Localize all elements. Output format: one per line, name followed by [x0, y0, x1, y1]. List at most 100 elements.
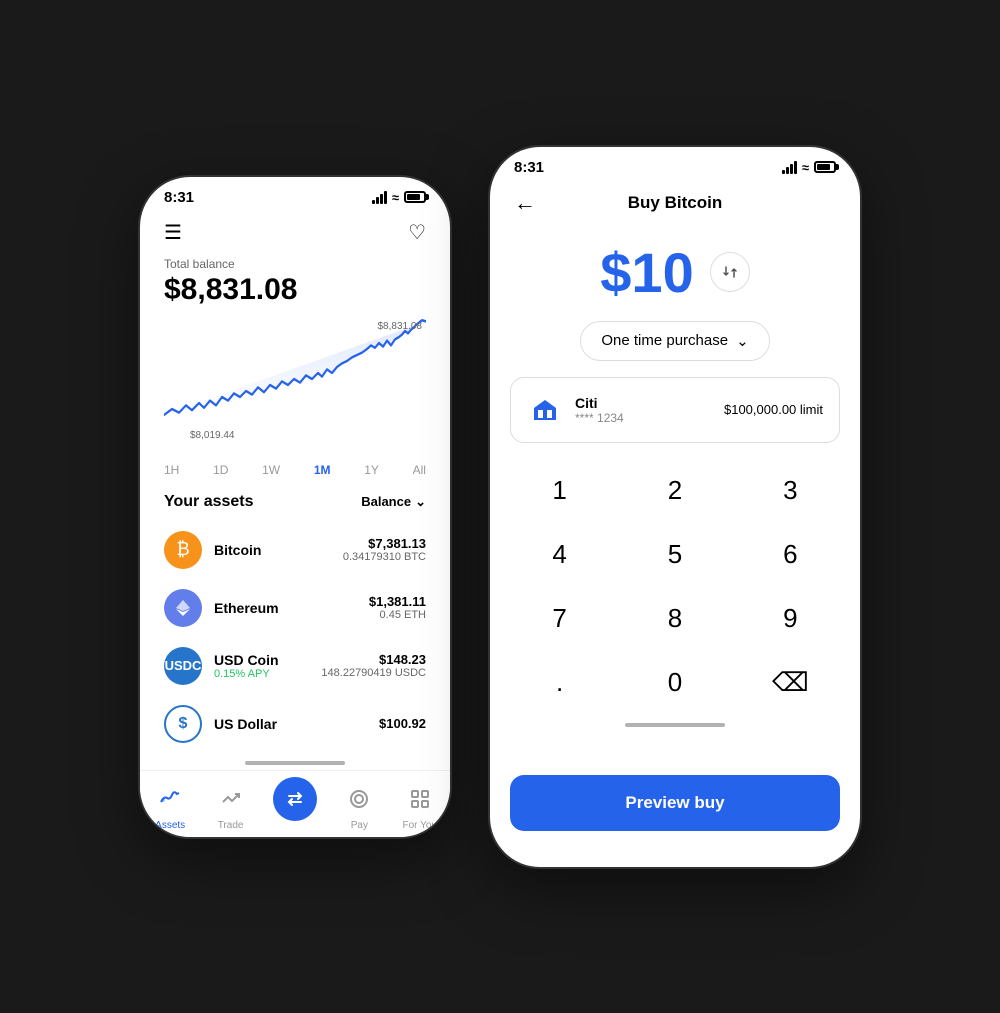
menu-icon[interactable]: ☰	[164, 220, 182, 245]
numpad-key-7[interactable]: 7	[502, 587, 617, 651]
btc-icon: ₿	[164, 531, 202, 569]
nav-label-trade: Trade	[218, 820, 244, 831]
back-button[interactable]: ←	[514, 190, 536, 216]
filter-1d[interactable]: 1D	[213, 463, 228, 477]
nav-label-pay: Pay	[351, 820, 368, 831]
bell-icon[interactable]: ♡	[408, 220, 426, 245]
status-bar-right: 8:31 ≈	[490, 147, 860, 182]
asset-name-btc: Bitcoin	[214, 542, 331, 558]
bank-icon	[527, 392, 563, 428]
nav-label-assets: Assets	[155, 820, 185, 831]
swap-icon	[273, 777, 317, 821]
right-phone: 8:31 ≈ ← Buy Bitcoin $10	[490, 147, 860, 867]
list-item[interactable]: ₿ Bitcoin $7,381.13 0.34179310 BTC	[140, 521, 450, 579]
eth-crypto: 0.45 ETH	[369, 609, 426, 621]
list-item[interactable]: $ US Dollar $100.92	[140, 695, 450, 753]
usd-amount: $100.92	[379, 716, 426, 731]
btc-usd: $7,381.13	[343, 536, 426, 551]
wifi-icon-right: ≈	[802, 160, 809, 175]
asset-name-usd: US Dollar	[214, 716, 367, 732]
nav-item-assets[interactable]: Assets	[152, 781, 188, 831]
price-chart	[164, 319, 426, 439]
numpad-key-4[interactable]: 4	[502, 523, 617, 587]
usd-icon: $	[164, 705, 202, 743]
buy-amount: $10	[600, 240, 693, 305]
asset-values-btc: $7,381.13 0.34179310 BTC	[343, 536, 426, 563]
bank-info: Citi **** 1234	[575, 395, 712, 425]
usdc-crypto: 148.22790419 USDC	[321, 667, 426, 679]
assets-title: Your assets	[164, 493, 254, 511]
balance-sort-button[interactable]: Balance ⌄	[361, 494, 426, 510]
right-header: ← Buy Bitcoin	[490, 182, 860, 220]
pay-icon	[341, 781, 377, 817]
left-header: ☰ ♡	[140, 212, 450, 249]
home-indicator-left	[245, 761, 345, 765]
numpad-key-9[interactable]: 9	[733, 587, 848, 651]
list-item[interactable]: Ethereum $1,381.11 0.45 ETH	[140, 579, 450, 637]
purchase-type-section: One time purchase ⌄	[490, 321, 860, 377]
balance-label: Total balance	[164, 257, 426, 271]
asset-info-btc: Bitcoin	[214, 542, 331, 558]
chevron-down-icon: ⌄	[415, 494, 426, 510]
asset-info-usdc: USD Coin 0.15% APY	[214, 652, 309, 680]
preview-buy-button[interactable]: Preview buy	[510, 775, 840, 831]
battery-icon-right	[814, 161, 836, 173]
numpad-key-dot[interactable]: .	[502, 651, 617, 715]
nav-item-foryou[interactable]: For You	[402, 781, 438, 831]
nav-item-trade[interactable]: Trade	[213, 781, 249, 831]
numpad-key-3[interactable]: 3	[733, 459, 848, 523]
numpad-key-6[interactable]: 6	[733, 523, 848, 587]
chart-high-label: $8,831.08	[378, 321, 423, 332]
signal-icon-right	[782, 161, 797, 174]
asset-values-eth: $1,381.11 0.45 ETH	[369, 594, 426, 621]
eth-icon	[164, 589, 202, 627]
status-icons-right: ≈	[782, 160, 836, 175]
payment-method[interactable]: Citi **** 1234 $100,000.00 limit	[510, 377, 840, 443]
filter-all[interactable]: All	[413, 463, 426, 477]
balance-section: Total balance $8,831.08	[140, 249, 450, 319]
filter-1w[interactable]: 1W	[262, 463, 280, 477]
trade-icon	[213, 781, 249, 817]
chevron-down-icon: ⌄	[736, 332, 749, 350]
nav-item-swap[interactable]	[273, 787, 317, 824]
usdc-icon: USDC	[164, 647, 202, 685]
numpad-key-1[interactable]: 1	[502, 459, 617, 523]
bank-limit: $100,000.00 limit	[724, 402, 823, 417]
status-icons-left: ≈	[372, 190, 426, 205]
nav-item-pay[interactable]: Pay	[341, 781, 377, 831]
page-title: Buy Bitcoin	[536, 193, 814, 213]
foryou-icon	[402, 781, 438, 817]
numpad-key-2[interactable]: 2	[617, 459, 732, 523]
filter-1y[interactable]: 1Y	[364, 463, 379, 477]
purchase-type-dropdown[interactable]: One time purchase ⌄	[580, 321, 769, 361]
battery-icon	[404, 191, 426, 203]
assets-icon	[152, 781, 188, 817]
numpad-key-5[interactable]: 5	[617, 523, 732, 587]
asset-values-usd: $100.92	[379, 716, 426, 731]
eth-usd: $1,381.11	[369, 594, 426, 609]
preview-btn-wrap: Preview buy	[490, 759, 860, 851]
left-phone: 8:31 ≈ ☰ ♡ Total balance $8,831.08 $8,83…	[140, 177, 450, 837]
numpad-key-backspace[interactable]: ⌫	[733, 651, 848, 715]
home-indicator-right	[625, 723, 725, 727]
numpad-key-0[interactable]: 0	[617, 651, 732, 715]
time-filters: 1H 1D 1W 1M 1Y All	[140, 459, 450, 489]
filter-1m[interactable]: 1M	[314, 463, 331, 477]
numpad-key-8[interactable]: 8	[617, 587, 732, 651]
bank-name: Citi	[575, 395, 712, 411]
list-item[interactable]: USDC USD Coin 0.15% APY $148.23 148.2279…	[140, 637, 450, 695]
nav-label-foryou: For You	[403, 820, 437, 831]
convert-button[interactable]	[710, 252, 750, 292]
time-right: 8:31	[514, 159, 544, 176]
asset-info-usd: US Dollar	[214, 716, 367, 732]
filter-1h[interactable]: 1H	[164, 463, 179, 477]
status-bar-left: 8:31 ≈	[140, 177, 450, 212]
numpad: 1 2 3 4 5 6 7 8 9 . 0 ⌫	[490, 459, 860, 715]
time-left: 8:31	[164, 189, 194, 206]
asset-values-usdc: $148.23 148.22790419 USDC	[321, 652, 426, 679]
bank-account: **** 1234	[575, 411, 712, 425]
asset-name-eth: Ethereum	[214, 600, 357, 616]
usdc-apy: 0.15% APY	[214, 668, 309, 680]
amount-display: $10	[490, 220, 860, 321]
purchase-type-label: One time purchase	[601, 332, 728, 349]
